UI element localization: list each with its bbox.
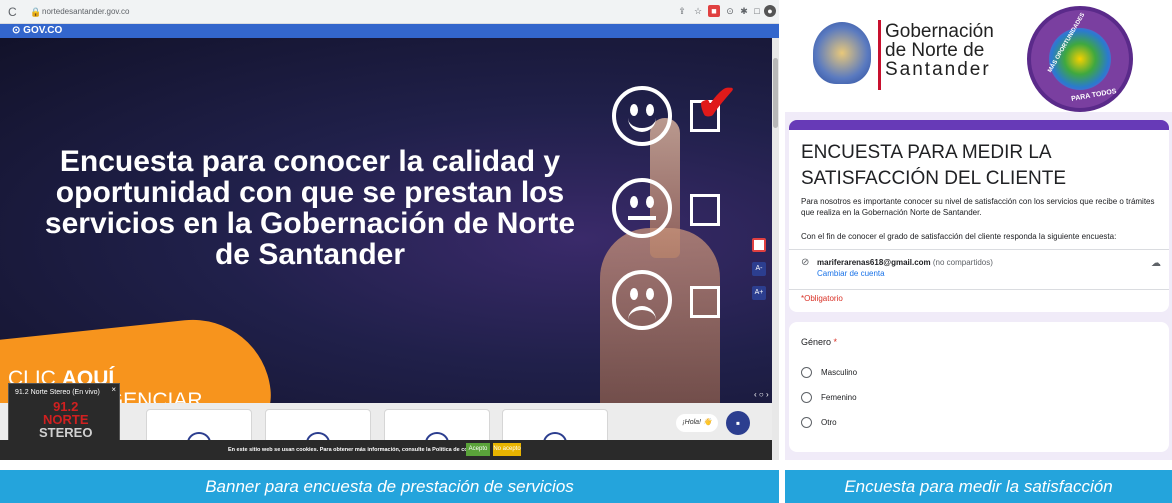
- form-description: Para nosotros es importante conocer su n…: [801, 197, 1155, 217]
- star-icon[interactable]: ☆: [692, 5, 704, 17]
- profile-icon[interactable]: ●: [764, 5, 776, 17]
- close-icon[interactable]: ×: [111, 385, 116, 394]
- scrollbar[interactable]: [772, 38, 779, 460]
- check-mark-icon: ✔: [696, 75, 738, 131]
- font-decrease-button[interactable]: A-: [752, 262, 766, 276]
- empty-box-icon: [690, 194, 720, 226]
- neutral-face-icon: [612, 178, 672, 238]
- accept-cookies-button[interactable]: Acepto: [466, 443, 490, 456]
- divider: [789, 289, 1169, 290]
- caption-right: Encuesta para medir la satisfacción: [785, 470, 1172, 503]
- address-bar[interactable]: nortedesantander.gov.co: [42, 6, 129, 18]
- caption-left: Banner para encuesta de prestación de se…: [0, 470, 779, 503]
- form-header-image: Gobernación de Norte de Santander MÁS OP…: [785, 0, 1172, 112]
- extension-icon[interactable]: ⊙: [724, 5, 736, 17]
- puzzle-icon[interactable]: ✱: [738, 5, 750, 17]
- cookie-text: En este sitio web se usan cookies. Para …: [228, 447, 484, 453]
- slider-controls[interactable]: ‹ ○ ›: [754, 390, 769, 399]
- sad-face-icon: [612, 270, 672, 330]
- switch-account-link[interactable]: Cambiar de cuenta: [817, 269, 885, 279]
- gov-logo[interactable]: ⊙ GOV.CO: [12, 25, 62, 37]
- browser-toolbar: C 🔒 nortedesantander.gov.co ⇪ ☆ ■ ⊙ ✱ □ …: [0, 0, 779, 24]
- radio-logo: 91.2 NORTE STEREO: [39, 399, 93, 440]
- radio-button[interactable]: [801, 417, 812, 428]
- oportunidades-logo: MÁS OPORTUNIDADES PARA TODOS: [1027, 6, 1133, 112]
- tab-icon[interactable]: □: [751, 5, 763, 17]
- share-icon[interactable]: ⇪: [676, 5, 688, 17]
- survey-banner[interactable]: ✔ Encuesta para conocer la calidad y opo…: [0, 38, 772, 403]
- reload-icon[interactable]: C: [8, 5, 22, 19]
- empty-box-icon: [690, 286, 720, 318]
- browser-window: C 🔒 nortedesantander.gov.co ⇪ ☆ ■ ⊙ ✱ □ …: [0, 0, 779, 460]
- reject-cookies-button[interactable]: No acepto: [493, 443, 521, 456]
- eye-off-icon: ⊘: [801, 257, 810, 268]
- accessibility-toolbar: A- A+: [752, 238, 768, 310]
- banner-title: Encuesta para conocer la calidad y oport…: [44, 145, 576, 271]
- happy-face-icon: [612, 86, 672, 146]
- survey-form: Gobernación de Norte de Santander MÁS OP…: [785, 0, 1172, 460]
- gov-header: ⊙ GOV.CO: [0, 24, 779, 38]
- chat-icon[interactable]: ▪: [726, 411, 750, 435]
- divider: [789, 249, 1169, 250]
- form-description-2: Con el fin de conocer el grado de satisf…: [801, 232, 1117, 241]
- form-title: ENCUESTA PARA MEDIR LA SATISFACCIÓN DEL …: [801, 142, 1066, 189]
- cookie-bar: En este sitio web se usan cookies. Para …: [0, 440, 772, 460]
- radio-button[interactable]: [801, 367, 812, 378]
- logo-divider: [878, 20, 881, 90]
- cloud-icon: ☁: [1151, 258, 1161, 269]
- scrollbar-thumb[interactable]: [773, 58, 778, 128]
- question-label: Género *: [801, 337, 838, 347]
- chat-greeting[interactable]: ¡Hola! 👋: [676, 414, 718, 432]
- lock-icon: 🔒: [30, 7, 42, 17]
- account-email: mariferarenas618@gmail.com (no compartid…: [817, 258, 993, 267]
- font-increase-button[interactable]: A+: [752, 286, 766, 300]
- extension-icon[interactable]: ■: [708, 5, 720, 17]
- required-note: *Obligatorio: [801, 294, 843, 303]
- coat-of-arms-logo: [813, 22, 871, 84]
- question-card: Género * Masculino Femenino Otro: [789, 322, 1169, 452]
- radio-button[interactable]: [801, 392, 812, 403]
- contrast-icon[interactable]: [752, 238, 766, 252]
- radio-title: 91.2 Norte Stereo (En vivo): [15, 389, 100, 396]
- form-title-card: ENCUESTA PARA MEDIR LA SATISFACCIÓN DEL …: [789, 120, 1169, 312]
- gobernacion-logo-text: Gobernación de Norte de Santander: [885, 21, 994, 80]
